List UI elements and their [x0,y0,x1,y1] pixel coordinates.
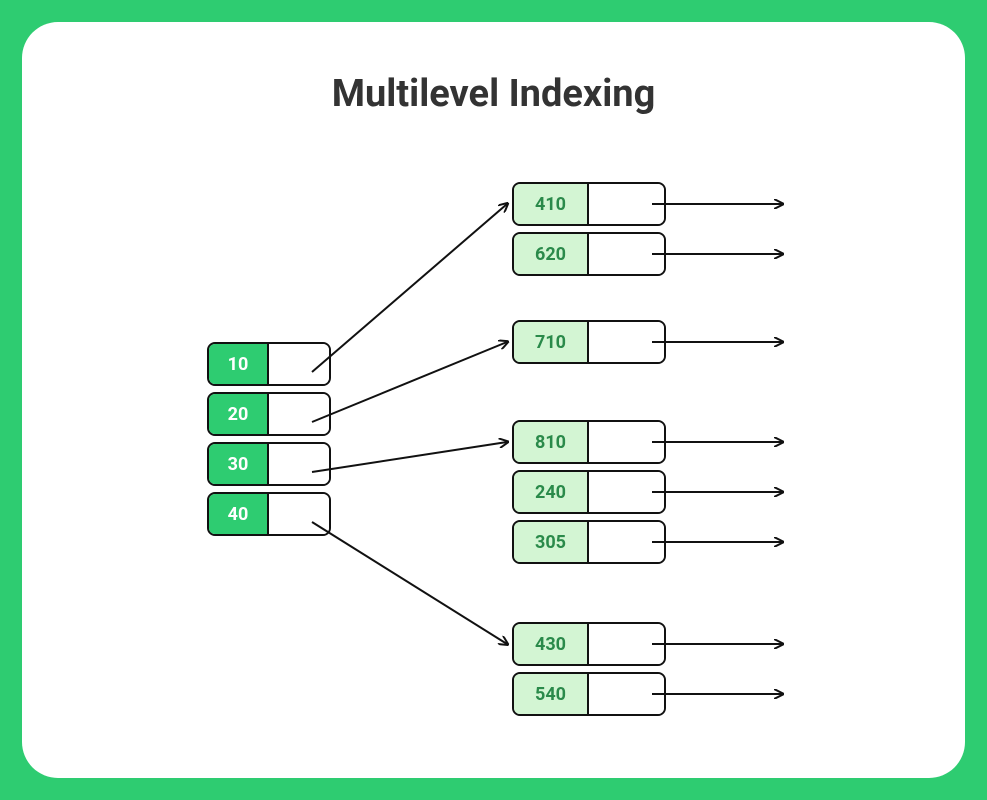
diagram-stage: 10 20 30 40 410 620 [22,22,965,778]
secondary-ptr-3-1 [589,674,664,714]
arrow-primary-1 [312,342,507,422]
primary-ptr-2 [269,444,329,484]
primary-row-0: 10 [207,342,331,386]
arrow-primary-2 [312,442,507,472]
outer-frame: Multilevel Indexing 10 20 30 40 410 [0,0,987,800]
secondary-ptr-2-2 [589,522,664,562]
secondary-key-3-1: 540 [514,674,589,714]
secondary-ptr-2-0 [589,422,664,462]
secondary-row-3-1: 540 [512,672,666,716]
secondary-key-1-0: 710 [514,322,589,362]
secondary-key-2-0: 810 [514,422,589,462]
arrows-layer [22,22,965,778]
primary-row-2: 30 [207,442,331,486]
secondary-row-0-1: 620 [512,232,666,276]
secondary-row-2-2: 305 [512,520,666,564]
primary-ptr-0 [269,344,329,384]
arrow-primary-0 [312,204,507,372]
primary-key-1: 20 [209,394,269,434]
diagram-card: Multilevel Indexing 10 20 30 40 410 [22,22,965,778]
primary-row-3: 40 [207,492,331,536]
secondary-ptr-0-0 [589,184,664,224]
secondary-key-3-0: 430 [514,624,589,664]
secondary-ptr-3-0 [589,624,664,664]
secondary-row-2-1: 240 [512,470,666,514]
primary-key-2: 30 [209,444,269,484]
secondary-ptr-1-0 [589,322,664,362]
primary-row-1: 20 [207,392,331,436]
secondary-row-0-0: 410 [512,182,666,226]
secondary-key-2-2: 305 [514,522,589,562]
arrow-primary-3 [312,522,507,644]
secondary-key-2-1: 240 [514,472,589,512]
secondary-row-3-0: 430 [512,622,666,666]
secondary-row-1-0: 710 [512,320,666,364]
primary-key-3: 40 [209,494,269,534]
secondary-ptr-2-1 [589,472,664,512]
secondary-key-0-1: 620 [514,234,589,274]
secondary-ptr-0-1 [589,234,664,274]
primary-ptr-3 [269,494,329,534]
secondary-row-2-0: 810 [512,420,666,464]
primary-ptr-1 [269,394,329,434]
secondary-key-0-0: 410 [514,184,589,224]
primary-key-0: 10 [209,344,269,384]
